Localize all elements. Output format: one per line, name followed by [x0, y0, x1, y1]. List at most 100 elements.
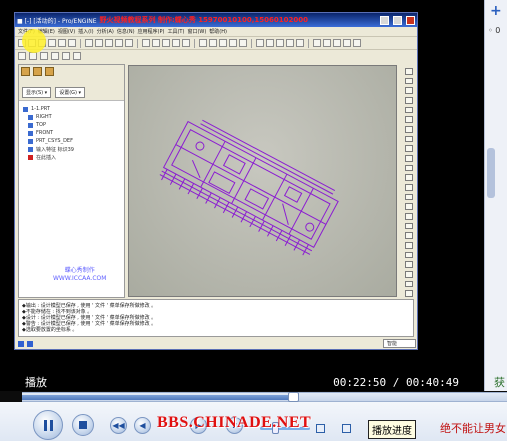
- scrolling-ad-text[interactable]: 绝不能让男女: [440, 420, 506, 436]
- main-tool-icon[interactable]: [199, 39, 207, 47]
- main-tool-icon[interactable]: [48, 39, 56, 47]
- main-tool-icon[interactable]: [323, 39, 331, 47]
- feature-tool-icon[interactable]: [404, 145, 413, 153]
- feature-tool-icon[interactable]: [404, 222, 413, 230]
- settings-icon[interactable]: [342, 424, 351, 433]
- video-area[interactable]: ■ [-] [活动的] - Pro/ENGINE 野火视频教程系列 制作:蝶心秀…: [0, 0, 484, 373]
- feature-tool-icon[interactable]: [404, 242, 413, 249]
- graphics-viewport[interactable]: [128, 65, 397, 297]
- fullscreen-icon[interactable]: [316, 424, 325, 433]
- feature-tool-icon[interactable]: [404, 87, 413, 95]
- settings-dropdown[interactable]: 设置(G) ▾: [55, 87, 86, 98]
- main-tool-icon[interactable]: [276, 39, 284, 47]
- main-tool-icon[interactable]: [308, 38, 309, 48]
- main-tool-icon[interactable]: [286, 39, 294, 47]
- previous-button[interactable]: ◀◀: [110, 417, 127, 434]
- main-tool-icon[interactable]: [182, 39, 190, 47]
- side-scrollbar[interactable]: [487, 148, 495, 198]
- feature-tool-icon[interactable]: [404, 203, 413, 211]
- main-tool-icon[interactable]: [343, 39, 351, 47]
- main-tool-icon[interactable]: [115, 39, 123, 47]
- main-tool-icon[interactable]: [68, 39, 76, 47]
- tree-row[interactable]: 输入特征 标识39: [23, 145, 120, 153]
- tree-row[interactable]: RIGHT: [23, 113, 120, 121]
- main-tool-icon[interactable]: [266, 39, 274, 47]
- side-bottom-text[interactable]: 获: [494, 374, 505, 390]
- main-tool-icon[interactable]: [353, 39, 361, 47]
- folder-browser-tab-icon[interactable]: [33, 67, 42, 76]
- main-tool-icon[interactable]: [95, 39, 103, 47]
- main-tool-icon[interactable]: [229, 39, 237, 47]
- feature-tool-icon[interactable]: [404, 174, 413, 182]
- pause-button[interactable]: [33, 410, 63, 440]
- tree-row[interactable]: 1-1.PRT: [23, 105, 120, 113]
- main-tool-icon[interactable]: [85, 39, 93, 47]
- main-tool-icon[interactable]: [296, 39, 304, 47]
- main-tool-icon[interactable]: [58, 39, 66, 47]
- feature-tool-icon[interactable]: [404, 193, 413, 201]
- datum-tool-icon[interactable]: [18, 52, 26, 60]
- feature-tool-icon[interactable]: [404, 261, 413, 269]
- menu-item[interactable]: 应用程序(P): [138, 28, 165, 35]
- datum-tool-icon[interactable]: [40, 52, 48, 60]
- feature-tool-icon[interactable]: [404, 251, 413, 259]
- rewind-button[interactable]: ◀: [134, 417, 151, 434]
- side-list-item[interactable]: ◦ 0: [488, 26, 500, 35]
- feature-tool-icon[interactable]: [404, 126, 413, 133]
- feature-tool-icon[interactable]: [404, 213, 413, 220]
- menu-item[interactable]: 信息(N): [117, 28, 135, 35]
- tree-row[interactable]: TOP: [23, 121, 120, 129]
- model-tree-tab-icon[interactable]: [21, 67, 30, 76]
- main-tool-icon[interactable]: [105, 39, 113, 47]
- selection-filter[interactable]: 智能: [382, 339, 416, 348]
- main-tool-icon[interactable]: [194, 38, 195, 48]
- menu-item[interactable]: 分析(A): [97, 28, 114, 35]
- menu-item[interactable]: 帮助(H): [209, 28, 227, 35]
- tree-row[interactable]: FRONT: [23, 129, 120, 137]
- feature-tool-icon[interactable]: [404, 135, 413, 143]
- close-button[interactable]: [406, 15, 415, 25]
- progress-thumb[interactable]: [288, 392, 299, 402]
- menu-item[interactable]: 工具(T): [167, 28, 184, 35]
- minimize-button[interactable]: [380, 15, 389, 25]
- main-tool-icon[interactable]: [80, 38, 81, 48]
- main-tool-icon[interactable]: [251, 38, 252, 48]
- feature-tool-icon[interactable]: [404, 184, 413, 191]
- menu-item[interactable]: 窗口(W): [187, 28, 206, 35]
- favorites-tab-icon[interactable]: [45, 67, 54, 76]
- main-tool-icon[interactable]: [172, 39, 180, 47]
- main-tool-icon[interactable]: [142, 39, 150, 47]
- stop-button[interactable]: [72, 414, 94, 436]
- show-dropdown[interactable]: 显示(S) ▾: [22, 87, 52, 98]
- feature-tool-icon[interactable]: [404, 97, 413, 104]
- main-tool-icon[interactable]: [239, 39, 247, 47]
- feature-tool-icon[interactable]: [404, 271, 413, 278]
- expand-icon[interactable]: +: [490, 3, 502, 19]
- main-tool-icon[interactable]: [256, 39, 264, 47]
- main-tool-icon[interactable]: [137, 38, 138, 48]
- main-tool-icon[interactable]: [152, 39, 160, 47]
- datum-tool-icon[interactable]: [29, 52, 37, 60]
- feature-tool-icon[interactable]: [404, 164, 413, 172]
- tree-row[interactable]: 在此插入: [23, 153, 120, 161]
- feature-tool-icon[interactable]: [404, 280, 413, 288]
- datum-tool-icon[interactable]: [51, 52, 59, 60]
- menu-item[interactable]: 插入(I): [78, 28, 93, 35]
- feature-tool-icon[interactable]: [404, 232, 413, 240]
- feature-tool-icon[interactable]: [404, 290, 413, 298]
- main-tool-icon[interactable]: [313, 39, 321, 47]
- feature-tool-icon[interactable]: [404, 68, 413, 75]
- main-tool-icon[interactable]: [333, 39, 341, 47]
- feature-tool-icon[interactable]: [404, 155, 413, 162]
- main-tool-icon[interactable]: [219, 39, 227, 47]
- datum-tool-icon[interactable]: [73, 52, 81, 60]
- tree-row[interactable]: PRT_CSYS_DEF: [23, 137, 120, 145]
- main-tool-icon[interactable]: [125, 39, 133, 47]
- datum-tool-icon[interactable]: [62, 52, 70, 60]
- main-tool-icon[interactable]: [162, 39, 170, 47]
- menu-item[interactable]: 视图(V): [58, 28, 75, 35]
- maximize-button[interactable]: [393, 15, 402, 25]
- feature-tool-icon[interactable]: [404, 116, 413, 124]
- feature-tool-icon[interactable]: [404, 77, 413, 85]
- playback-progress-bar[interactable]: [22, 392, 507, 402]
